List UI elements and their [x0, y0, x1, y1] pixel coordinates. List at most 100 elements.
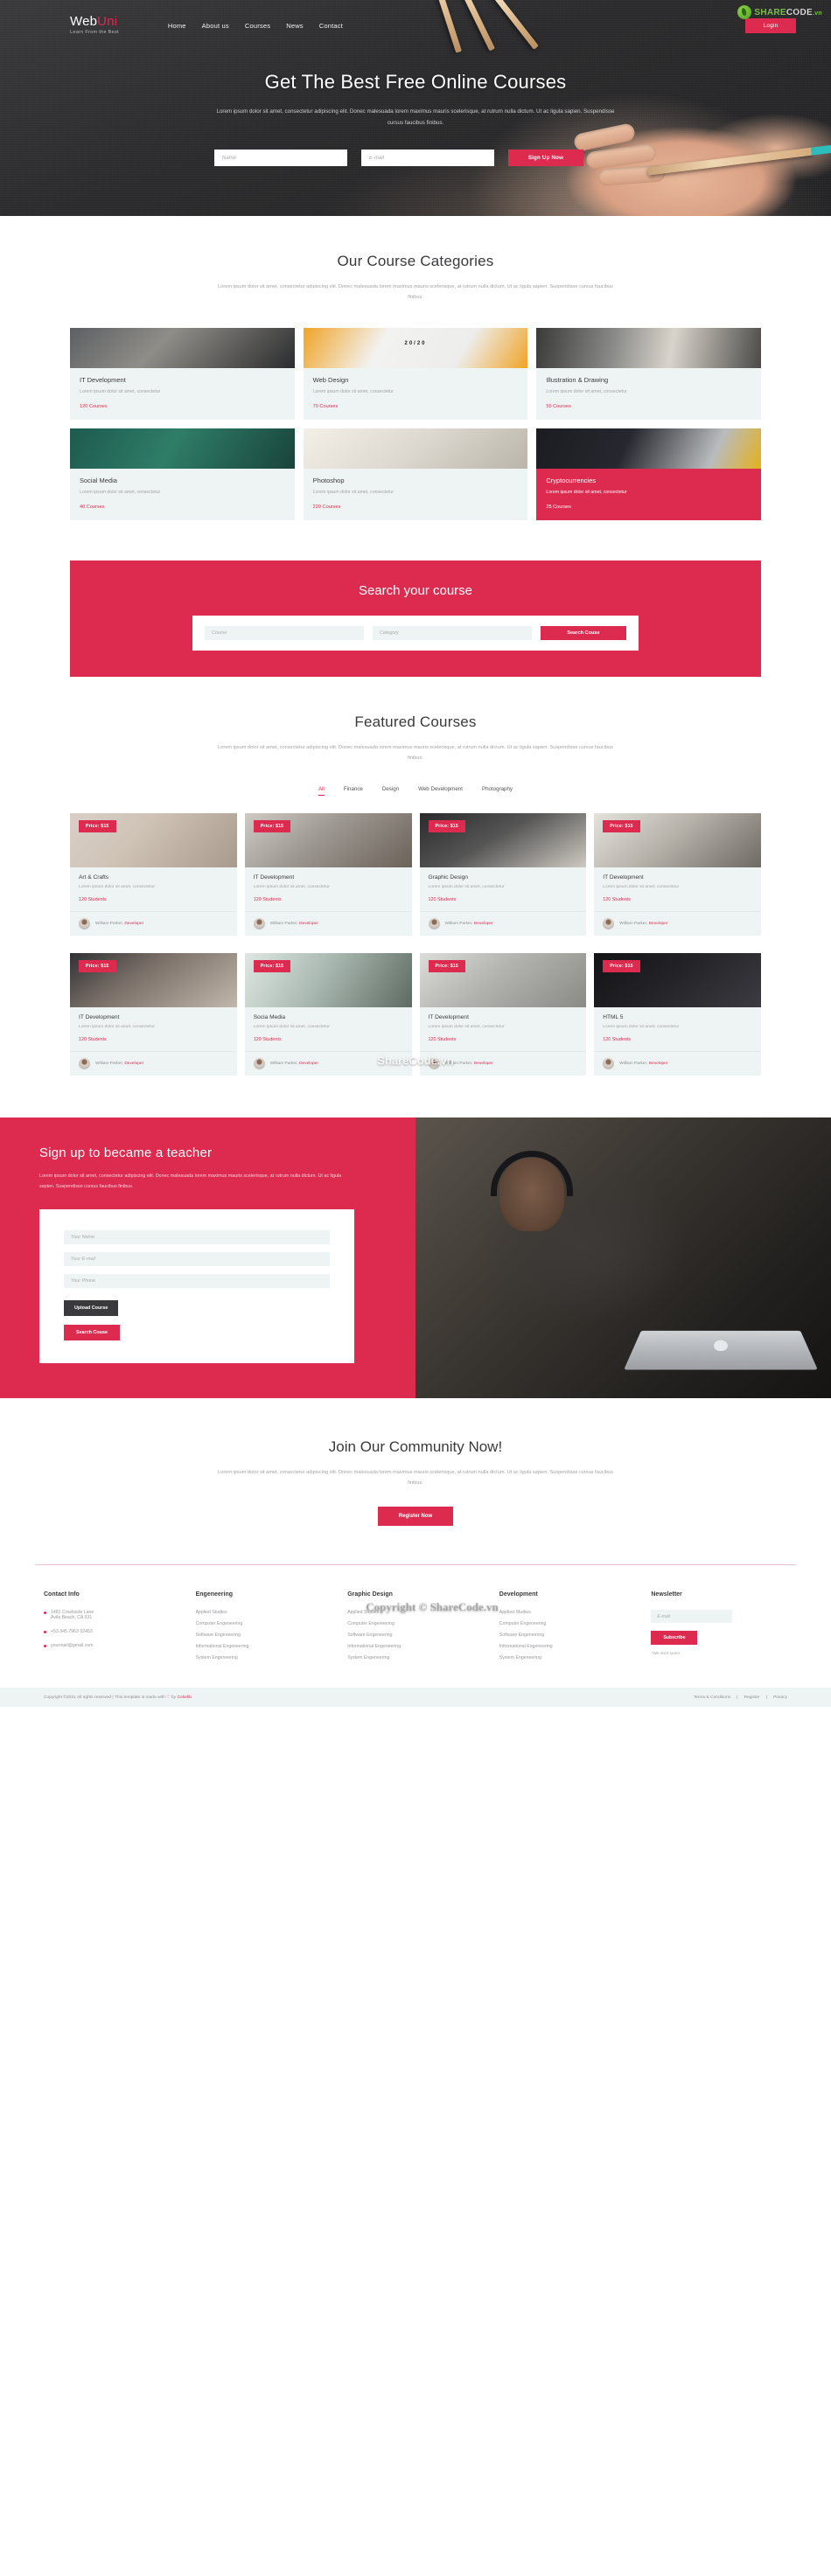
price-badge: Price: $15: [428, 960, 466, 973]
teacher-signup-left: Sign up to became a teacher Lorem ipsum …: [0, 1117, 416, 1398]
tab-photography[interactable]: Photography: [482, 786, 513, 796]
author-name: William Parker,: [444, 922, 473, 927]
course-students: 120 Students: [253, 1037, 282, 1043]
author-name: William Parker,: [269, 922, 298, 927]
footer-link[interactable]: Applied Studies: [347, 1610, 484, 1615]
footer-link[interactable]: System Engeneering: [347, 1655, 484, 1660]
category-card-featured[interactable]: Cryptocurrencies Lorem ipsum dolor sit a…: [536, 428, 761, 520]
category-image: [303, 428, 528, 469]
price-badge: Price: $15: [428, 820, 466, 833]
footer-contact-title: Contact Info: [44, 1591, 80, 1598]
footer-column-title: Engeneering: [195, 1591, 233, 1598]
course-card[interactable]: Price: $15 IT Development Lorem ipsum do…: [419, 953, 587, 1076]
teacher-phone-input[interactable]: [64, 1273, 330, 1288]
course-image: Price: $15: [244, 953, 412, 1008]
upload-course-button[interactable]: Upload Course: [64, 1299, 119, 1316]
teacher-search-course-button[interactable]: Search Couse: [64, 1324, 120, 1340]
course-name: HTML 5: [603, 1014, 624, 1021]
category-card[interactable]: Social Media Lorem ipsum dolor sit amet,…: [70, 428, 295, 520]
author-name: William Parker,: [95, 922, 123, 927]
footer-link[interactable]: Applied Studies: [196, 1610, 332, 1615]
nav-item-home[interactable]: Home: [168, 22, 186, 30]
course-image: Price: $15: [244, 813, 412, 868]
avatar: [253, 918, 265, 930]
register-now-button[interactable]: Register Now: [377, 1507, 454, 1527]
footer-link[interactable]: System Engeneering: [499, 1655, 636, 1660]
contact-phone[interactable]: +53 345 7963 32453: [44, 1629, 180, 1634]
footer-link[interactable]: Software Engeneering: [196, 1633, 332, 1638]
brand-logo[interactable]: WebUni Learn From the Best: [70, 15, 119, 36]
footer-link[interactable]: Software Engeneering: [347, 1633, 484, 1638]
bullet-icon: [44, 1612, 46, 1615]
course-card[interactable]: Price: $15 Graphic Design Lorem ipsum do…: [419, 813, 587, 936]
teacher-text: Lorem ipsum dolor sit amet, consectetur …: [39, 1173, 342, 1189]
subscribe-button[interactable]: Subscribe: [651, 1631, 698, 1646]
category-name: Photoshop: [312, 476, 345, 484]
hero-signup-button[interactable]: Sign Up Now: [508, 150, 583, 167]
footer-link[interactable]: Informational Engeneering: [196, 1644, 332, 1649]
category-body: Web Design Lorem ipsum dolor sit amet, c…: [304, 368, 528, 420]
teacher-email-input[interactable]: [64, 1251, 330, 1266]
category-name: IT Development: [80, 375, 126, 384]
hero-email-input[interactable]: [361, 150, 494, 167]
tab-web-development[interactable]: Web Development: [418, 786, 463, 796]
nav-item-about-us[interactable]: About us: [202, 22, 229, 30]
link-register[interactable]: Register: [744, 1695, 759, 1700]
category-card[interactable]: Illustration & Drawing Lorem ipsum dolor…: [536, 327, 761, 420]
course-footer: William Parker, Developer: [244, 911, 412, 936]
price-badge: Price: $15: [603, 960, 640, 973]
category-card[interactable]: Photoshop Lorem ipsum dolor sit amet, co…: [303, 428, 528, 520]
search-course-button[interactable]: Search Couse: [541, 625, 626, 640]
tab-finance[interactable]: Finance: [344, 786, 363, 796]
course-card[interactable]: Price: $15 Art & Crafts Lorem ipsum dolo…: [70, 813, 237, 936]
copyright-author[interactable]: Colorlib: [177, 1695, 192, 1700]
search-course-input[interactable]: [205, 625, 364, 640]
course-desc: Lorem ipsum dolor sit amet, consectetur: [603, 885, 680, 890]
top-navigation-bar: WebUni Learn From the Best Home About us…: [0, 0, 831, 42]
course-card[interactable]: Price: $15 IT Development Lorem ipsum do…: [594, 813, 761, 936]
tab-all[interactable]: All: [318, 786, 325, 797]
course-card[interactable]: Price: $15 Socia Media Lorem ipsum dolor…: [244, 953, 412, 1076]
footer-contact-list: 1481 Creekside Lane Avila Beach, CA 931 +…: [44, 1610, 180, 1648]
footer-link[interactable]: Computer Engeneering: [196, 1621, 332, 1626]
category-desc: Lorem ipsum dolor sit amet, consectetur: [546, 388, 627, 394]
footer-column-title: Graphic Design: [347, 1591, 393, 1598]
hero-name-input[interactable]: [214, 150, 347, 167]
teacher-name-input[interactable]: [64, 1229, 330, 1244]
footer-link[interactable]: Applied Studies: [499, 1610, 636, 1615]
footer-link[interactable]: Computer Engeneering: [499, 1621, 636, 1626]
nav-item-news[interactable]: News: [286, 22, 304, 30]
course-card[interactable]: Price: $15 HTML 5 Lorem ipsum dolor sit …: [594, 953, 761, 1076]
course-body: IT Development Lorem ipsum dolor sit ame…: [70, 1007, 237, 1051]
avatar: [428, 918, 440, 930]
footer-column-development: Development Applied Studies Computer Eng…: [499, 1591, 636, 1667]
newsletter-email-input[interactable]: [651, 1610, 733, 1624]
nav-item-contact[interactable]: Contact: [319, 22, 343, 30]
featured-courses-grid-row1: Price: $15 Art & Crafts Lorem ipsum dolo…: [70, 813, 761, 936]
course-card[interactable]: Price: $15 IT Development Lorem ipsum do…: [244, 813, 412, 936]
tab-design[interactable]: Design: [382, 786, 399, 796]
contact-phone-text: +53 345 7963 32453: [51, 1629, 93, 1635]
footer-link[interactable]: Software Engeneering: [499, 1633, 636, 1638]
footer-link[interactable]: Informational Engeneering: [347, 1644, 484, 1649]
category-card[interactable]: Web Design Lorem ipsum dolor sit amet, c…: [303, 327, 528, 420]
featured-courses-grid-row2: Price: $15 IT Development Lorem ipsum do…: [70, 953, 761, 1076]
page-root: WebUni Learn From the Best Home About us…: [0, 0, 831, 1708]
category-name: Cryptocurrencies: [546, 476, 597, 484]
link-terms-conditions[interactable]: Terms & Conditions: [694, 1695, 730, 1700]
community-section: Join Our Community Now! Lorem ipsum dolo…: [0, 1398, 831, 1527]
footer-link[interactable]: System Engeneering: [196, 1655, 332, 1660]
login-button[interactable]: Login: [745, 17, 796, 33]
nav-item-courses[interactable]: Courses: [245, 22, 270, 30]
search-course-title: Search your course: [358, 582, 473, 598]
course-card[interactable]: Price: $15 IT Development Lorem ipsum do…: [70, 953, 237, 1076]
footer-link[interactable]: Computer Engeneering: [347, 1621, 484, 1626]
category-count: 40 Courses: [80, 504, 105, 510]
author-role: Developer: [473, 1062, 493, 1067]
footer-link[interactable]: Informational Engeneering: [499, 1644, 636, 1649]
category-card[interactable]: IT Development Lorem ipsum dolor sit ame…: [70, 327, 295, 420]
link-privacy[interactable]: Privacy: [773, 1695, 787, 1700]
footer-bottom-bar: Copyright ©2021 All rights reserved | Th…: [0, 1688, 831, 1708]
search-category-input[interactable]: [373, 625, 532, 640]
contact-email[interactable]: yourmail@gmail.com: [44, 1643, 180, 1648]
